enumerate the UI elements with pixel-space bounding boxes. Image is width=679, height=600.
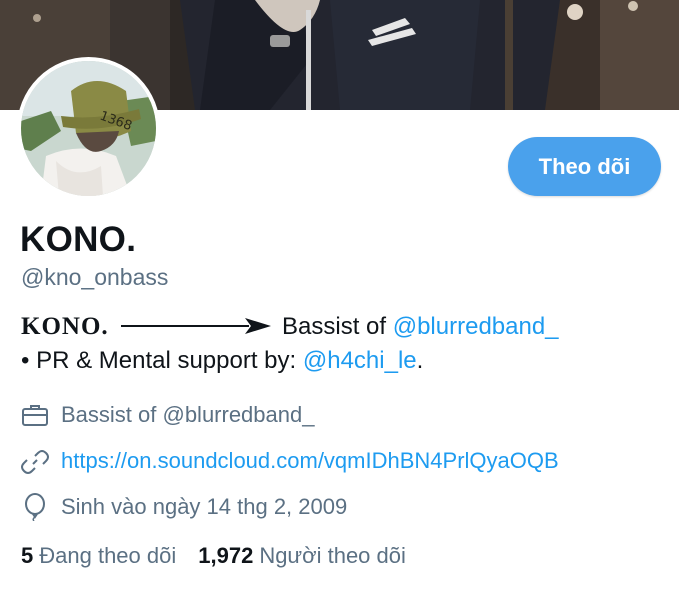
bio-role-text: Bassist of (282, 313, 387, 340)
briefcase-icon (21, 401, 53, 429)
bio-mention-blurredband[interactable]: @blurredband_ (393, 313, 559, 340)
following-count: 5 (21, 543, 34, 568)
avatar-photo: 1368 (21, 61, 156, 196)
following-stat[interactable]: 5 Đang theo dõi (21, 543, 176, 569)
balloon-icon (21, 493, 53, 521)
username-handle: @kno_onbass (21, 264, 169, 290)
profile-url-link[interactable]: https://on.soundcloud.com/vqmIDhBN4PrlQy… (61, 448, 559, 474)
profile-url-row: https://on.soundcloud.com/vqmIDhBN4PrlQy… (21, 446, 559, 476)
bio-period: . (416, 347, 424, 374)
long-arrow-icon (121, 317, 272, 334)
display-name: KONO. (20, 220, 137, 259)
profile-birthday-row: Sinh vào ngày 14 thg 2, 2009 (21, 492, 347, 522)
follow-button[interactable]: Theo dõi (508, 137, 661, 196)
bio-pr-text: • PR & Mental support by: (21, 347, 297, 374)
profile-work-text: Bassist of @blurredband_ (61, 402, 315, 427)
following-label: Đang theo dõi (39, 543, 177, 568)
profile-stats: 5 Đang theo dõi 1,972 Người theo dõi (21, 543, 428, 569)
bio-styled-name: KONO. (21, 313, 109, 340)
bio-line-1: KONO. Bassist of @blurredband_ (21, 310, 671, 344)
profile-birthday-text: Sinh vào ngày 14 thg 2, 2009 (61, 494, 348, 519)
followers-count: 1,972 (198, 543, 254, 568)
followers-stat[interactable]: 1,972 Người theo dõi (198, 543, 406, 569)
avatar[interactable]: 1368 (17, 57, 160, 200)
bio: KONO. Bassist of @blurredband_ • PR & Me… (21, 310, 671, 378)
bio-mention-h4chi[interactable]: @h4chi_le (303, 347, 417, 374)
bio-line-2: • PR & Mental support by: @h4chi_le. (21, 344, 671, 378)
followers-label: Người theo dõi (259, 543, 406, 568)
profile-work-row: Bassist of @blurredband_ (21, 400, 314, 430)
link-icon (21, 447, 53, 475)
